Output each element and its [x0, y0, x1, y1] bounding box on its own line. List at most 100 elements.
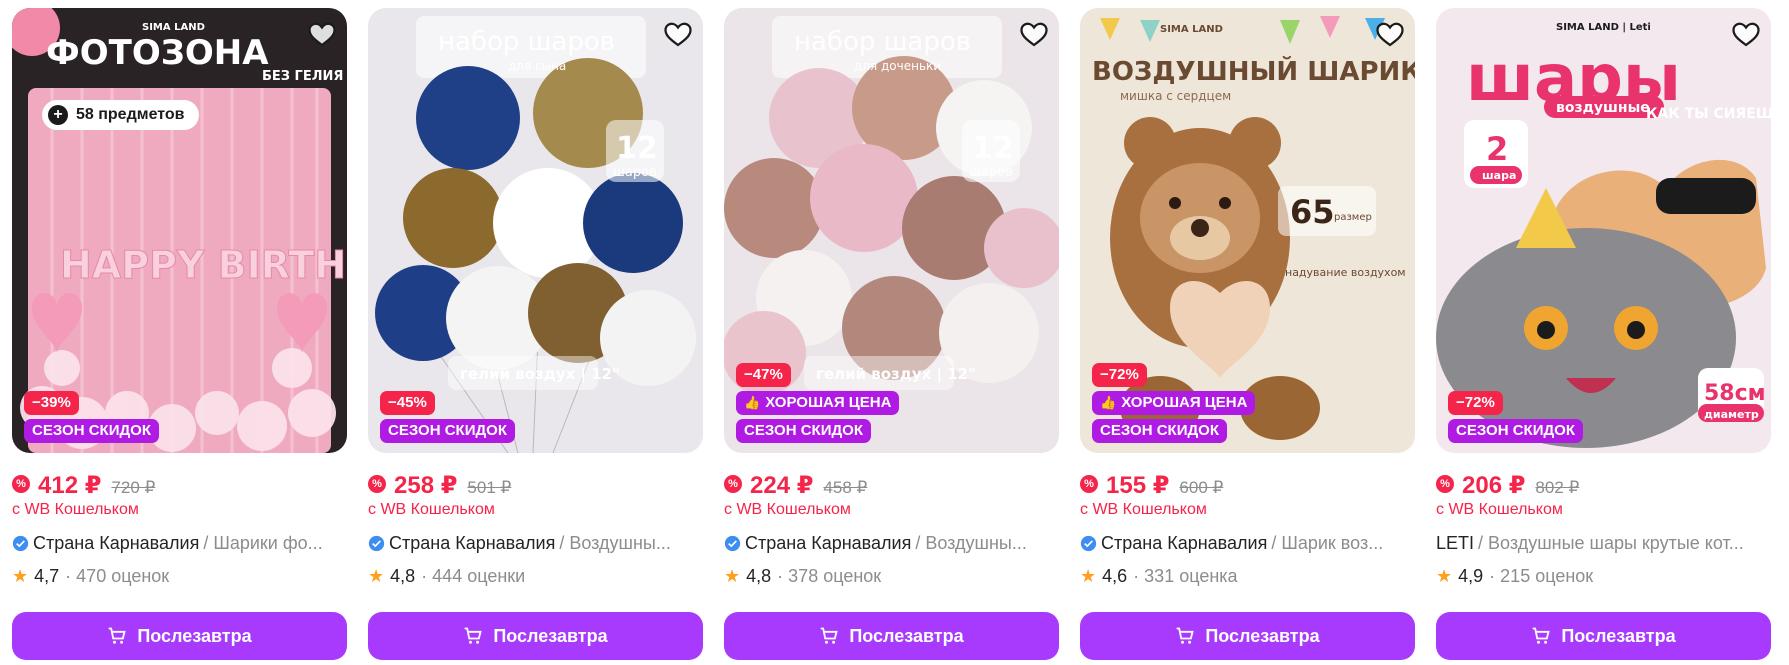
- art-subheadline: для сына: [508, 59, 566, 73]
- favorite-button[interactable]: [1017, 18, 1051, 52]
- button-label: Послезавтра: [1561, 625, 1676, 646]
- button-label: Послезавтра: [1205, 625, 1320, 646]
- product-card[interactable]: HAPPY BIRTHDAY ФОТОЗОНА БЕЗ ГЕЛИЯ SIMA L…: [12, 8, 347, 660]
- season-badge: СЕЗОН СКИДОК: [380, 419, 515, 443]
- add-to-cart-button[interactable]: Послезавтра: [12, 612, 347, 660]
- product-title: / Воздушные шары крутые кот...: [1478, 532, 1744, 553]
- star-icon: ★: [12, 565, 29, 586]
- heart-icon: [1732, 22, 1760, 47]
- product-card[interactable]: набор шаров для доченьки 12 шаров гелий …: [724, 8, 1059, 660]
- art-subheadline: для доченьки: [854, 59, 941, 73]
- art-unit: размер: [1334, 212, 1372, 223]
- discount-icon: [1080, 475, 1098, 493]
- favorite-button[interactable]: [1729, 18, 1763, 52]
- labels: −45% СЕЗОН СКИДОК: [380, 391, 515, 443]
- season-badge: СЕЗОН СКИДОК: [1448, 419, 1583, 443]
- art-note: гелий воздух | 12": [460, 365, 620, 384]
- product-photo[interactable]: ВОЗДУШНЫЙ ШАРИК мишка с сердцем SIMA LAN…: [1080, 8, 1415, 453]
- heart-icon: [308, 22, 336, 47]
- product-name[interactable]: Страна Карнавалия / Шарики фо...: [12, 531, 347, 555]
- product-name[interactable]: Страна Карнавалия / Шарик воз...: [1080, 531, 1415, 555]
- old-price: 600 ₽: [1179, 478, 1224, 497]
- brand-name: Страна Карнавалия: [389, 532, 556, 553]
- cart-icon: [465, 627, 483, 644]
- rating: 4,9: [1458, 565, 1484, 586]
- art-number: 12: [972, 131, 1014, 166]
- verified-icon: [368, 535, 385, 551]
- add-to-cart-button[interactable]: Послезавтра: [1436, 612, 1771, 660]
- discount-icon: [724, 475, 742, 493]
- art-note: 58см: [1704, 381, 1766, 406]
- add-to-cart-button[interactable]: Послезавтра: [724, 612, 1059, 660]
- product-card[interactable]: шары воздушные SIMA LAND | Leti 2 шара К…: [1436, 8, 1771, 660]
- product-photo[interactable]: набор шаров для доченьки 12 шаров гелий …: [724, 8, 1059, 453]
- reviews-count: · 378 оценок: [777, 565, 882, 586]
- labels: −72% 👍 ХОРОШАЯ ЦЕНА СЕЗОН СКИДОК: [1092, 363, 1256, 443]
- cart-icon: [821, 627, 839, 644]
- discount-icon: [1436, 475, 1454, 493]
- brand-logo: SIMA LAND: [142, 22, 205, 33]
- product-name[interactable]: Страна Карнавалия / Воздушны...: [368, 531, 703, 555]
- add-to-cart-button[interactable]: Послезавтра: [368, 612, 703, 660]
- product-image: шары воздушные SIMA LAND | Leti 2 шара К…: [1436, 8, 1771, 453]
- heart-icon: [664, 22, 692, 47]
- cart-icon: [1533, 627, 1551, 644]
- old-price: 720 ₽: [111, 478, 156, 497]
- cart-icon: [1177, 627, 1195, 644]
- season-badge: СЕЗОН СКИДОК: [24, 419, 159, 443]
- rating-row: ★ 4,8 · 378 оценок: [724, 564, 1059, 588]
- product-card[interactable]: ВОЗДУШНЫЙ ШАРИК мишка с сердцем SIMA LAN…: [1080, 8, 1415, 660]
- product-name[interactable]: Страна Карнавалия / Воздушны...: [724, 531, 1059, 555]
- brand-logo: SIMA LAND | Leti: [1556, 22, 1651, 33]
- season-badge: СЕЗОН СКИДОК: [1092, 419, 1227, 443]
- good-price-label: ХОРОШАЯ ЦЕНА: [765, 394, 892, 411]
- heart-icon: [1376, 22, 1404, 47]
- product-photo[interactable]: набор шаров для сына 12 шаров гелий возд…: [368, 8, 703, 453]
- reviews-count: · 215 оценок: [1489, 565, 1594, 586]
- discount-badge: −39%: [24, 391, 79, 415]
- labels: −39% СЕЗОН СКИДОК: [24, 391, 159, 443]
- wallet-note: с WB Кошельком: [724, 501, 851, 518]
- price: 206 ₽: [1462, 472, 1526, 499]
- product-name[interactable]: LETI / Воздушные шары крутые кот...: [1436, 531, 1771, 555]
- good-price-badge: 👍 ХОРОШАЯ ЦЕНА: [1092, 391, 1256, 415]
- add-to-cart-button[interactable]: Послезавтра: [1080, 612, 1415, 660]
- product-title: / Шарик воз...: [1271, 532, 1384, 553]
- product-title: / Шарики фо...: [203, 532, 323, 553]
- cart-icon: [109, 627, 127, 644]
- reviews-count: · 470 оценок: [65, 565, 170, 586]
- favorite-button[interactable]: [1373, 18, 1407, 52]
- labels: −72% СЕЗОН СКИДОК: [1448, 391, 1583, 443]
- art-text: HAPPY BIRTHDAY: [60, 243, 347, 287]
- brand-logo: SIMA LAND: [1160, 24, 1223, 35]
- art-number: 12: [616, 131, 658, 166]
- thumbs-up-icon: 👍: [744, 395, 761, 410]
- art-subheadline: воздушные: [1556, 100, 1650, 116]
- discount-icon: [368, 475, 386, 493]
- rating-row: ★ 4,6 · 331 оценка: [1080, 564, 1415, 588]
- season-badge: СЕЗОН СКИДОК: [736, 419, 871, 443]
- product-photo[interactable]: HAPPY BIRTHDAY ФОТОЗОНА БЕЗ ГЕЛИЯ SIMA L…: [12, 8, 347, 453]
- product-photo[interactable]: шары воздушные SIMA LAND | Leti 2 шара К…: [1436, 8, 1771, 453]
- art-unit: шаров: [613, 165, 657, 180]
- button-label: Послезавтра: [137, 625, 252, 646]
- art-unit: шаров: [969, 165, 1013, 180]
- price-row: 224 ₽ 458 ₽: [724, 471, 1059, 499]
- button-label: Послезавтра: [493, 625, 608, 646]
- art-headline: ВОЗДУШНЫЙ ШАРИК: [1092, 55, 1415, 87]
- good-price-badge: 👍 ХОРОШАЯ ЦЕНА: [736, 391, 900, 415]
- star-icon: ★: [1436, 565, 1453, 586]
- price-row: 258 ₽ 501 ₽: [368, 471, 703, 499]
- price: 155 ₽: [1106, 472, 1170, 499]
- favorite-button[interactable]: [661, 18, 695, 52]
- favorite-button[interactable]: [305, 18, 339, 52]
- product-title: / Воздушны...: [559, 532, 671, 553]
- verified-icon: [724, 535, 741, 551]
- rating: 4,7: [34, 565, 60, 586]
- price-row: 206 ₽ 802 ₽: [1436, 471, 1771, 499]
- good-price-label: ХОРОШАЯ ЦЕНА: [1121, 394, 1248, 411]
- product-grid: HAPPY BIRTHDAY ФОТОЗОНА БЕЗ ГЕЛИЯ SIMA L…: [12, 8, 1771, 660]
- verified-icon: [12, 535, 29, 551]
- product-card[interactable]: набор шаров для сына 12 шаров гелий возд…: [368, 8, 703, 660]
- art-unit: шара: [1482, 169, 1516, 182]
